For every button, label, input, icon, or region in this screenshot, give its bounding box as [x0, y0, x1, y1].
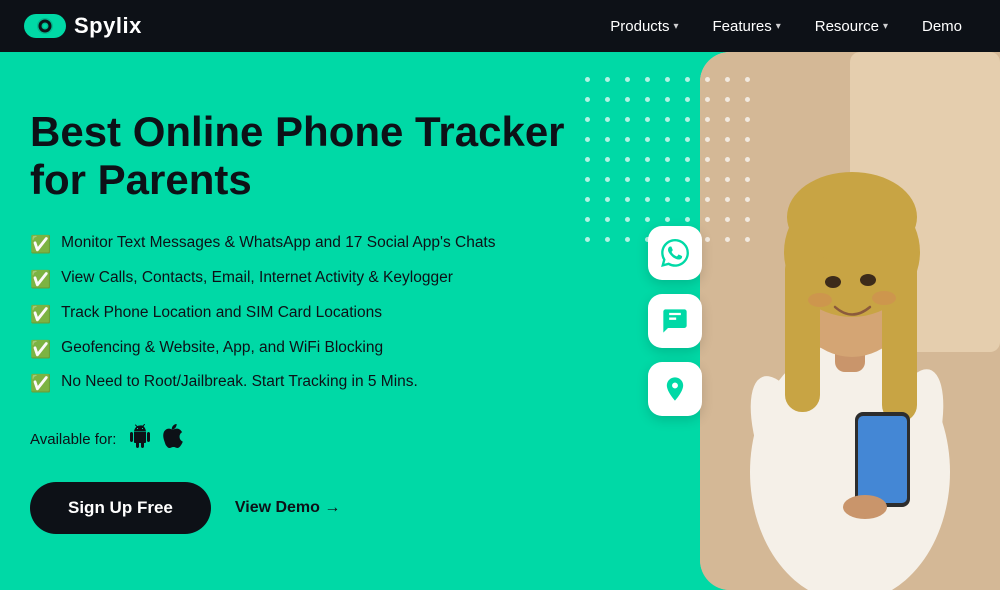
platform-icons — [128, 424, 184, 454]
message-icon — [661, 307, 689, 335]
available-label: Available for: — [30, 431, 116, 448]
chevron-down-icon: ▾ — [883, 21, 888, 32]
chevron-down-icon: ▾ — [673, 21, 678, 32]
list-item: ✅ Monitor Text Messages & WhatsApp and 1… — [30, 232, 610, 257]
hero-content: Best Online Phone Tracker for Parents ✅ … — [0, 68, 640, 575]
logo[interactable]: Spylix — [24, 12, 142, 40]
available-for-row: Available for: — [30, 424, 610, 454]
location-button[interactable] — [648, 362, 702, 416]
hero-title: Best Online Phone Tracker for Parents — [30, 108, 610, 205]
list-item: ✅ Track Phone Location and SIM Card Loca… — [30, 302, 610, 327]
nav-demo[interactable]: Demo — [908, 12, 976, 41]
list-item: ✅ View Calls, Contacts, Email, Internet … — [30, 267, 610, 292]
check-icon: ✅ — [30, 233, 51, 257]
check-icon: ✅ — [30, 372, 51, 396]
check-icon: ✅ — [30, 268, 51, 292]
list-item: ✅ No Need to Root/Jailbreak. Start Track… — [30, 371, 610, 396]
cta-row: Sign Up Free View Demo → — [30, 482, 610, 534]
demo-button[interactable]: View Demo → — [235, 499, 341, 517]
list-item: ✅ Geofencing & Website, App, and WiFi Bl… — [30, 337, 610, 362]
logo-text: Spylix — [74, 13, 142, 39]
nav-menu: Products ▾ Features ▾ Resource ▾ Demo — [596, 12, 976, 41]
apple-icon — [162, 424, 184, 454]
nav-features[interactable]: Features ▾ — [699, 12, 795, 41]
signup-button[interactable]: Sign Up Free — [30, 482, 211, 534]
whatsapp-button[interactable] — [648, 226, 702, 280]
hero-features-list: ✅ Monitor Text Messages & WhatsApp and 1… — [30, 232, 610, 396]
navbar: Spylix Products ▾ Features ▾ Resource ▾ … — [0, 0, 1000, 52]
nav-products[interactable]: Products ▾ — [596, 12, 692, 41]
app-icon-buttons — [648, 226, 702, 416]
whatsapp-icon — [661, 239, 689, 267]
nav-resource[interactable]: Resource ▾ — [801, 12, 902, 41]
check-icon: ✅ — [30, 303, 51, 327]
check-icon: ✅ — [30, 338, 51, 362]
logo-icon — [24, 12, 66, 40]
location-pin-icon — [661, 375, 689, 403]
message-button[interactable] — [648, 294, 702, 348]
chevron-down-icon: ▾ — [776, 21, 781, 32]
hero-section: Best Online Phone Tracker for Parents ✅ … — [0, 52, 1000, 590]
android-icon — [128, 424, 152, 454]
